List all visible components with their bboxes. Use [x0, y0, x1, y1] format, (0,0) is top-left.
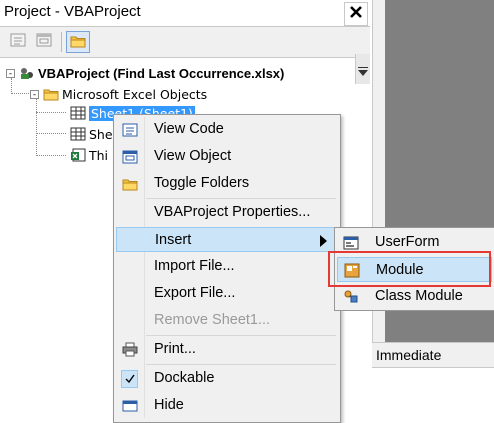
menu-export-file[interactable]: Export File...: [116, 281, 336, 306]
folder-icon: [121, 175, 138, 192]
view-object-icon: [36, 33, 52, 50]
view-code-button[interactable]: [8, 32, 28, 50]
close-icon: [349, 5, 363, 23]
menu-dockable[interactable]: Dockable: [116, 366, 336, 391]
folder-icon: [70, 34, 86, 51]
menu-separator: [146, 364, 336, 365]
menu-insert[interactable]: Insert: [116, 227, 336, 252]
tree-item-thisworkbook[interactable]: Thi: [70, 145, 108, 165]
project-toolbar: [0, 27, 370, 84]
menu-separator: [146, 198, 336, 199]
view-object-button[interactable]: [34, 32, 54, 50]
project-title: Project - VBAProject: [4, 3, 141, 20]
checkmark-icon: [121, 369, 138, 388]
menu-toggle-folders[interactable]: Toggle Folders: [116, 171, 336, 196]
collapse-toggle[interactable]: -: [30, 89, 39, 99]
toolbar-separator: [61, 32, 62, 52]
menu-hide[interactable]: Hide: [116, 393, 336, 418]
project-name: VBAProject (Find Last Occurrence.xlsx): [38, 65, 285, 81]
context-menu: View Code View Object Toggle Folders VBA…: [113, 114, 341, 423]
class-module-icon: [342, 288, 359, 305]
menu-view-code[interactable]: View Code: [116, 117, 336, 142]
menu-vbaproject-properties[interactable]: VBAProject Properties...: [116, 200, 336, 225]
view-code-icon: [10, 33, 26, 50]
tree-folder-excel-objects[interactable]: - Microsoft Excel Objects: [30, 84, 207, 104]
close-button[interactable]: [344, 2, 368, 26]
immediate-title: Immediate: [372, 343, 494, 368]
collapse-toggle[interactable]: -: [6, 68, 15, 78]
tree-item-label: Thi: [89, 147, 109, 163]
worksheet-icon: [70, 106, 86, 121]
hide-icon: [121, 397, 138, 414]
menu-view-object[interactable]: View Object: [116, 144, 336, 169]
immediate-window[interactable]: Immediate: [372, 342, 494, 423]
menu-import-file[interactable]: Import File...: [116, 254, 336, 279]
workbook-icon: [70, 148, 86, 163]
toolbar-scroll[interactable]: [355, 54, 370, 84]
project-title-bar: Project - VBAProject: [0, 0, 370, 27]
submenu-module[interactable]: Module: [337, 257, 492, 282]
submenu-userform[interactable]: UserForm: [337, 230, 492, 255]
printer-icon: [121, 341, 138, 358]
folder-label: Microsoft Excel Objects: [62, 86, 208, 102]
vba-project-icon: [19, 66, 35, 81]
menu-separator: [146, 335, 336, 336]
module-icon: [343, 262, 360, 279]
toggle-folders-button[interactable]: [66, 31, 90, 53]
view-object-icon: [121, 148, 138, 165]
worksheet-icon: [70, 127, 86, 142]
menu-remove-sheet: Remove Sheet1...: [154, 312, 271, 328]
menu-print[interactable]: Print...: [116, 337, 336, 362]
tree-root-project[interactable]: - VBAProject (Find Last Occurrence.xlsx): [6, 63, 284, 83]
folder-icon: [43, 87, 59, 102]
tree-item-sheet2[interactable]: She: [70, 124, 113, 144]
submenu-class-module[interactable]: Class Module: [337, 284, 492, 309]
userform-icon: [342, 234, 359, 251]
view-code-icon: [121, 121, 138, 138]
insert-submenu: UserForm Module Class Module: [334, 227, 494, 311]
tree-item-label: She: [89, 126, 113, 142]
scroll-down-icon: [358, 70, 368, 76]
submenu-arrow-icon: [320, 235, 327, 247]
